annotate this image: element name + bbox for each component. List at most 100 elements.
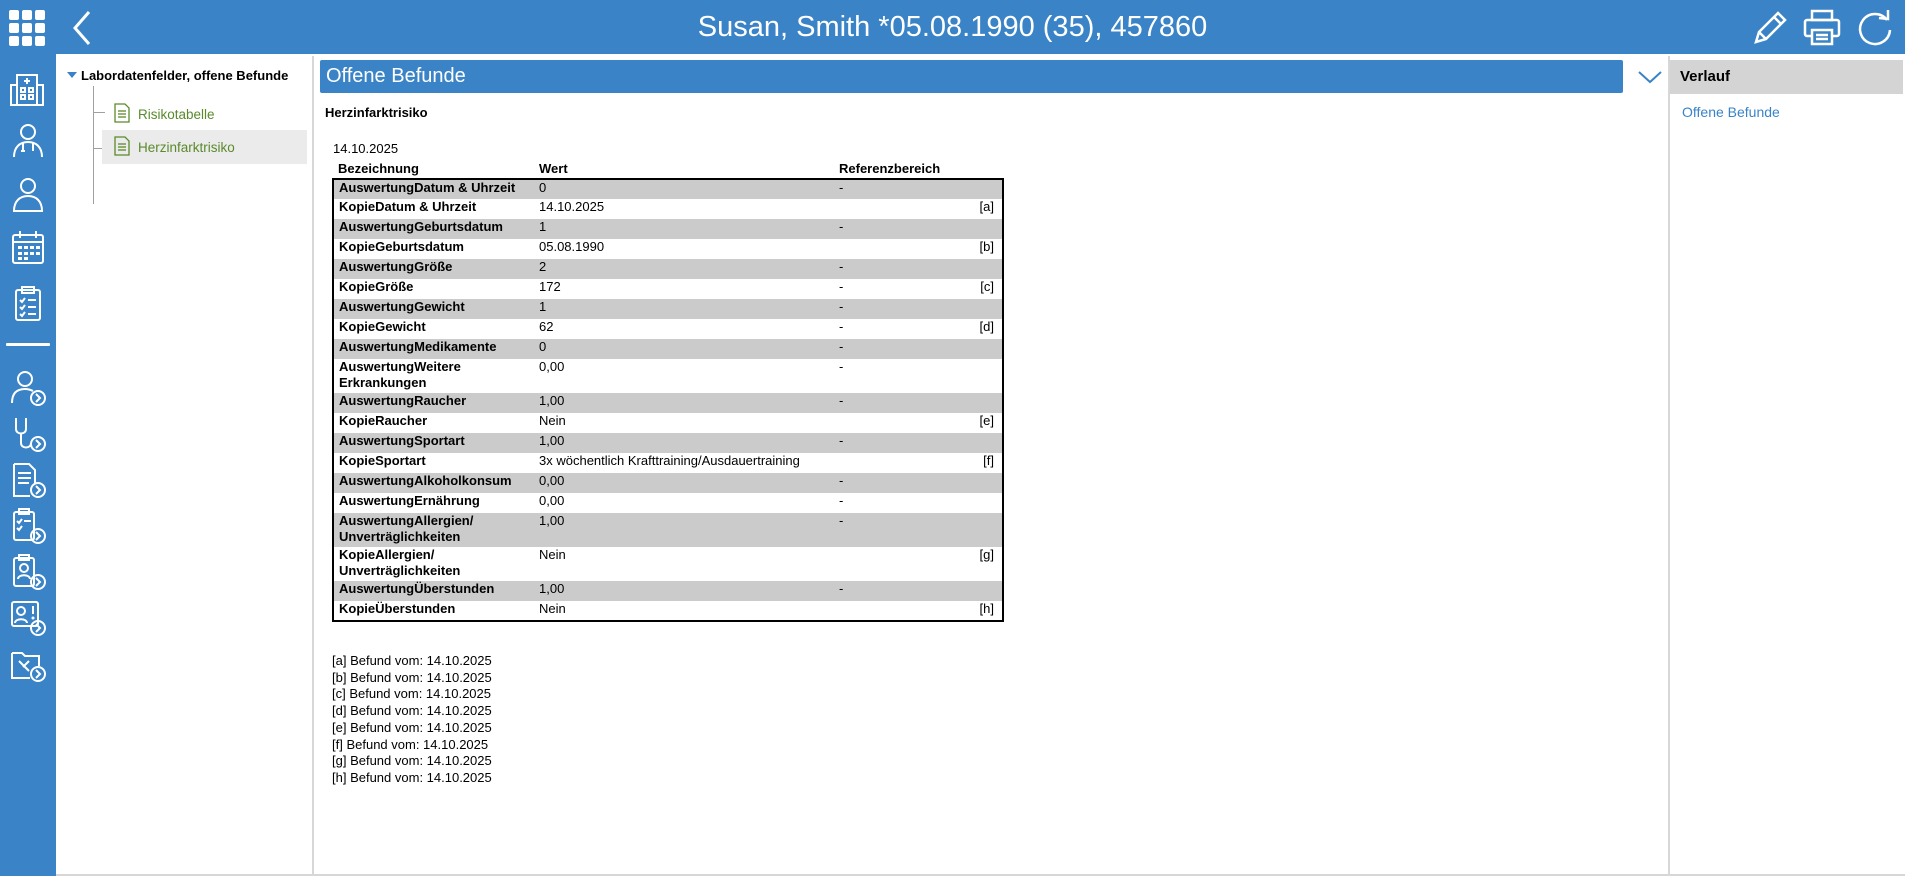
column-header: Referenzbereich bbox=[839, 161, 941, 176]
cell-footnote-ref bbox=[969, 513, 1003, 547]
chevron-down-icon[interactable] bbox=[1636, 66, 1664, 88]
back-chevron-left-icon[interactable] bbox=[60, 6, 104, 50]
clipboard-doctor-forward-icon[interactable] bbox=[6, 550, 50, 594]
cell-footnote-ref bbox=[969, 299, 1003, 319]
cell-name: KopieAllergien/ Unverträglichkeiten bbox=[333, 547, 534, 581]
grid-icon[interactable] bbox=[5, 6, 49, 50]
cell-name: AuswertungDatum & Uhrzeit bbox=[333, 179, 534, 199]
cell-footnote-ref bbox=[969, 339, 1003, 359]
table-row: AuswertungAlkoholkonsum 0,00- bbox=[333, 473, 1003, 493]
checklist-forward-icon[interactable] bbox=[6, 504, 50, 548]
table-row: KopieRaucher Nein [e] bbox=[333, 413, 1003, 433]
footnote: [g] Befund vom: 14.10.2025 bbox=[332, 753, 492, 769]
cell-reference: - bbox=[834, 581, 969, 601]
hospital-building-icon[interactable] bbox=[6, 66, 50, 110]
cell-footnote-ref: [b] bbox=[969, 239, 1003, 259]
patient-title: Susan, Smith *05.08.1990 (35), 457860 bbox=[697, 11, 1208, 43]
cell-footnote-ref bbox=[969, 473, 1003, 493]
cell-name: AuswertungSportart bbox=[333, 433, 534, 453]
expand-arrow-icon[interactable] bbox=[67, 72, 77, 78]
cell-value: 1 bbox=[534, 299, 834, 319]
cell-footnote-ref bbox=[969, 493, 1003, 513]
table-row: KopieDatum & Uhrzeit 14.10.2025 [a] bbox=[333, 199, 1003, 219]
cell-footnote-ref: [h] bbox=[969, 601, 1003, 621]
cell-name: AuswertungMedikamente bbox=[333, 339, 534, 359]
cell-name: AuswertungGröße bbox=[333, 259, 534, 279]
cell-name: KopieDatum & Uhrzeit bbox=[333, 199, 534, 219]
cell-reference: - bbox=[834, 319, 969, 339]
printer-icon[interactable] bbox=[1800, 6, 1844, 50]
cell-value: 172 bbox=[534, 279, 834, 299]
tree-item-risikotabelle[interactable]: Risikotabelle bbox=[102, 97, 307, 131]
table-row: AuswertungMedikamente 0- bbox=[333, 339, 1003, 359]
cell-footnote-ref: [f] bbox=[969, 453, 1003, 473]
column-header: Bezeichnung bbox=[338, 161, 419, 176]
tree-item-herzinfarktrisiko[interactable]: Herzinfarktrisiko bbox=[102, 130, 307, 164]
cell-name: AuswertungAlkoholkonsum bbox=[333, 473, 534, 493]
table-row: AuswertungGewicht 1- bbox=[333, 299, 1003, 319]
calendar-icon[interactable] bbox=[6, 226, 50, 270]
cell-value: 62 bbox=[534, 319, 834, 339]
cell-name: AuswertungAllergien/ Unverträglichkeiten bbox=[333, 513, 534, 547]
footnotes: [a] Befund vom: 14.10.2025 [b] Befund vom… bbox=[332, 653, 492, 787]
footnote: [h] Befund vom: 14.10.2025 bbox=[332, 769, 492, 785]
document-icon bbox=[114, 102, 130, 126]
cell-name: AuswertungGewicht bbox=[333, 299, 534, 319]
refresh-icon[interactable] bbox=[1853, 6, 1897, 50]
table-row: AuswertungErnährung 0,00- bbox=[333, 493, 1003, 513]
doctor-icon[interactable] bbox=[6, 118, 50, 162]
tree-root[interactable]: Labordatenfelder, offene Befunde bbox=[67, 66, 288, 84]
cell-reference: - bbox=[834, 493, 969, 513]
cell-reference bbox=[834, 453, 969, 473]
cell-footnote-ref: [a] bbox=[969, 199, 1003, 219]
cell-value: 1,00 bbox=[534, 513, 834, 547]
cell-footnote-ref: [d] bbox=[969, 319, 1003, 339]
stethoscope-icon[interactable] bbox=[6, 412, 50, 456]
footnote: [e] Befund vom: 14.10.2025 bbox=[332, 719, 492, 735]
footnote: [a] Befund vom: 14.10.2025 bbox=[332, 653, 492, 668]
table-row: AuswertungGröße 2- bbox=[333, 259, 1003, 279]
table-row: AuswertungAllergien/ Unverträglichkeiten… bbox=[333, 513, 1003, 547]
offene-befunde-link[interactable]: Offene Befunde bbox=[1682, 104, 1780, 120]
pencil-icon[interactable] bbox=[1748, 6, 1792, 50]
patient-forward-icon[interactable] bbox=[6, 366, 50, 410]
cell-reference: - bbox=[834, 179, 969, 199]
column-header bbox=[969, 159, 1003, 179]
cell-reference: - bbox=[834, 279, 969, 299]
cell-name: KopieGewicht bbox=[333, 319, 534, 339]
report-title: Herzinfarktrisiko bbox=[325, 105, 428, 120]
cell-footnote-ref bbox=[969, 581, 1003, 601]
cell-value: 2 bbox=[534, 259, 834, 279]
cell-footnote-ref bbox=[969, 179, 1003, 199]
cell-value: 0 bbox=[534, 179, 834, 199]
cell-reference: - bbox=[834, 359, 969, 393]
cell-reference: - bbox=[834, 299, 969, 319]
tree-item-label: Herzinfarktrisiko bbox=[138, 139, 235, 155]
footnote: [b] Befund vom: 14.10.2025 bbox=[332, 669, 492, 685]
cell-reference: - bbox=[834, 259, 969, 279]
cell-reference: - bbox=[834, 473, 969, 493]
cell-value: 1,00 bbox=[534, 393, 834, 413]
cell-reference: - bbox=[834, 433, 969, 453]
left-sidebar bbox=[0, 54, 56, 876]
footnote: [c] Befund vom: 14.10.2025 bbox=[332, 686, 491, 702]
cell-value: 14.10.2025 bbox=[534, 199, 834, 219]
cell-footnote-ref bbox=[969, 219, 1003, 239]
cell-value: 05.08.1990 bbox=[534, 239, 834, 259]
cell-value: 0,00 bbox=[534, 473, 834, 493]
document-forward-icon[interactable] bbox=[6, 458, 50, 502]
main-content: Offene Befunde Herzinfarktrisiko 14.10.2… bbox=[314, 56, 1670, 874]
folder-forward-icon[interactable] bbox=[6, 642, 50, 686]
alert-person-forward-icon[interactable] bbox=[6, 596, 50, 640]
tree-root-label: Labordatenfelder, offene Befunde bbox=[81, 67, 289, 83]
cell-footnote-ref bbox=[969, 393, 1003, 413]
cell-value: 0 bbox=[534, 339, 834, 359]
cell-footnote-ref: [c] bbox=[969, 279, 1003, 299]
patient-icon[interactable] bbox=[6, 172, 50, 216]
tree-panel: Labordatenfelder, offene Befunde Risikot… bbox=[57, 56, 314, 874]
table-row: AuswertungSportart 1,00- bbox=[333, 433, 1003, 453]
table-row: AuswertungWeitere Erkrankungen 0,00- bbox=[333, 359, 1003, 393]
table-row: KopieGeburtsdatum 05.08.1990 [b] bbox=[333, 239, 1003, 259]
cell-value: 1,00 bbox=[534, 433, 834, 453]
checklist-clipboard-icon[interactable] bbox=[6, 282, 50, 326]
